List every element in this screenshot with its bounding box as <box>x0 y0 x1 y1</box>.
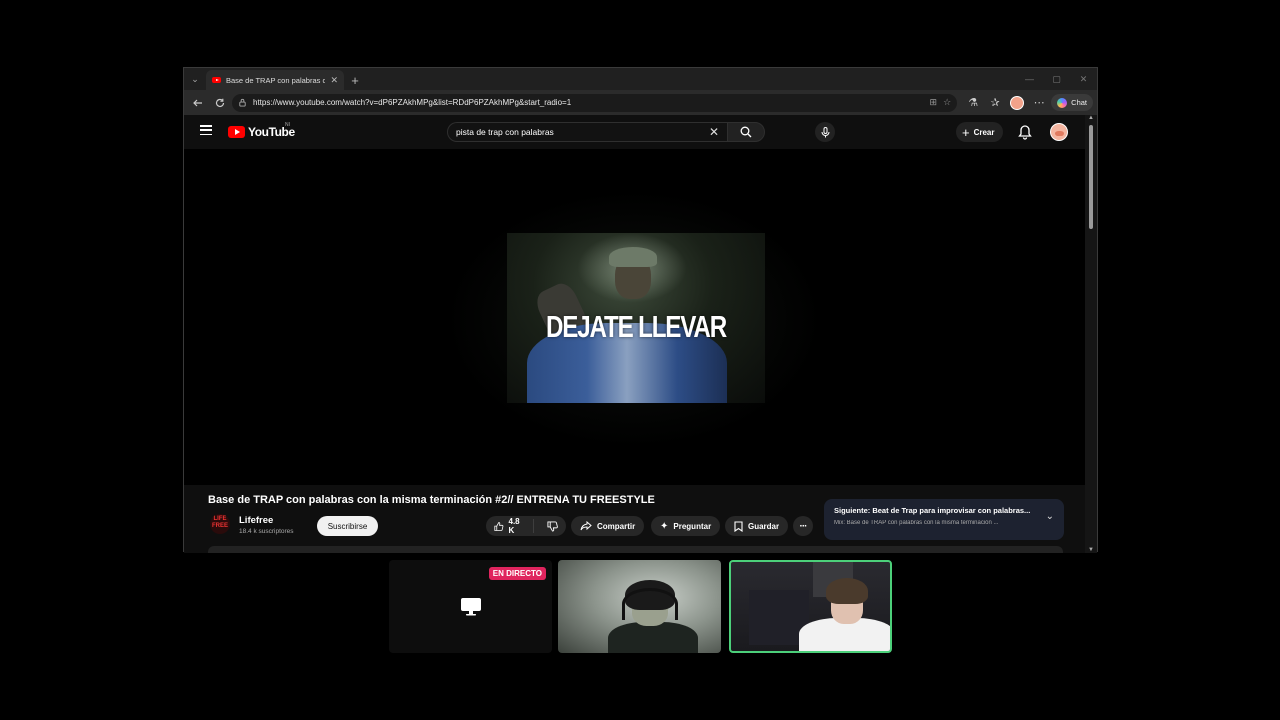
clear-search-icon[interactable]: ✕ <box>709 125 719 139</box>
new-tab-button[interactable]: + <box>344 70 366 90</box>
monitor-icon <box>461 598 481 616</box>
thumbs-down-icon <box>547 520 558 532</box>
scroll-up-arrow-icon[interactable]: ▲ <box>1088 115 1094 121</box>
ask-label: Preguntar <box>673 521 712 531</box>
copilot-icon <box>1057 97 1068 108</box>
participant-video-2-active[interactable] <box>729 560 892 653</box>
save-button[interactable]: Guardar <box>725 516 789 536</box>
region-code: NI <box>285 122 290 128</box>
app-grid-icon[interactable]: ⊞ <box>930 97 938 108</box>
mix-title: Mix: Base de TRAP con palabras con la mi… <box>834 520 999 526</box>
copilot-chat-button[interactable]: Chat <box>1051 94 1093 111</box>
search-bar: pista de trap con palabras ✕ <box>447 122 765 142</box>
subscribe-button[interactable]: Suscribirse <box>317 516 378 536</box>
more-actions-button[interactable]: ··· <box>793 516 813 536</box>
search-icon <box>740 126 752 138</box>
close-window-button[interactable]: ✕ <box>1070 68 1097 90</box>
youtube-play-icon <box>228 126 245 138</box>
browser-window: ⌄ Base de TRAP con palabras con la misma… <box>183 67 1098 553</box>
thumbs-up-icon <box>494 521 504 531</box>
menu-icon[interactable] <box>200 125 212 135</box>
channel-name[interactable]: Lifefree <box>239 515 273 526</box>
share-label: Compartir <box>597 521 636 531</box>
copilot-label: Chat <box>1071 98 1087 107</box>
sparkle-icon: ✦ <box>660 520 669 532</box>
tab-close-icon[interactable]: ✕ <box>330 75 338 86</box>
minimize-button[interactable]: — <box>1016 68 1043 90</box>
account-avatar[interactable] <box>1050 123 1068 141</box>
plus-icon: + <box>962 124 970 140</box>
video-title: Base de TRAP con palabras con la misma t… <box>208 494 655 506</box>
like-count: 4.8 K <box>508 517 520 535</box>
thumbnail-title: DEJATE LLEVAR <box>545 309 727 344</box>
page-scrollbar[interactable]: ▲ ▼ <box>1085 115 1097 553</box>
search-input[interactable]: pista de trap con palabras ✕ <box>447 122 727 142</box>
video-player[interactable]: DEJATE LLEVAR <box>184 149 1087 485</box>
search-button[interactable] <box>727 122 765 142</box>
scroll-down-arrow-icon[interactable]: ▼ <box>1088 547 1094 553</box>
dislike-button[interactable] <box>539 520 566 532</box>
notifications-bell-icon[interactable] <box>1018 124 1032 140</box>
voice-search-button[interactable] <box>815 122 835 142</box>
youtube-logo[interactable]: YouTube NI <box>228 122 295 139</box>
navigation-bar: https://www.youtube.com/watch?v=dP6PZAkh… <box>184 90 1097 115</box>
extensions-icon[interactable]: ⚗ <box>963 93 983 113</box>
profile-avatar <box>1010 95 1025 110</box>
like-dislike-group: 4.8 K <box>486 516 566 536</box>
ask-button[interactable]: ✦ Preguntar <box>651 516 721 536</box>
favorite-star-icon[interactable]: ☆ <box>943 97 951 108</box>
back-button[interactable] <box>188 93 208 113</box>
description-box-edge <box>208 546 1063 553</box>
create-button[interactable]: + Crear <box>956 122 1003 142</box>
browser-tab-youtube[interactable]: Base de TRAP con palabras con la misma t… <box>206 70 344 90</box>
window-controls: — ▢ ✕ <box>1016 68 1097 90</box>
favorites-icon[interactable]: ✰ <box>985 93 1005 113</box>
search-query: pista de trap con palabras <box>456 127 554 137</box>
profile-button[interactable] <box>1007 93 1027 113</box>
scrollbar-thumb[interactable] <box>1089 125 1093 229</box>
lock-icon <box>239 98 246 107</box>
cap-shape <box>609 247 657 267</box>
subscriber-count: 18.4 k suscriptores <box>239 528 294 535</box>
share-arrow-icon <box>580 521 592 531</box>
youtube-header: YouTube NI pista de trap con palabras ✕ … <box>184 115 1087 149</box>
person-body-shape <box>608 622 698 653</box>
live-badge: EN DIRECTO <box>488 567 546 580</box>
microphone-icon <box>821 126 829 137</box>
youtube-favicon-icon <box>212 77 221 83</box>
chevron-down-icon[interactable]: ⌄ <box>184 68 206 90</box>
reload-icon <box>215 98 225 107</box>
more-options-icon[interactable]: ⋯ <box>1029 93 1049 113</box>
next-video-text: Siguiente: Beat de Trap para improvisar … <box>834 506 1031 515</box>
channel-avatar[interactable]: LIFE FREE <box>210 514 230 534</box>
bookmark-icon <box>734 520 743 532</box>
like-button[interactable]: 4.8 K <box>486 517 534 535</box>
youtube-page: YouTube NI pista de trap con palabras ✕ … <box>184 115 1087 553</box>
url-text: https://www.youtube.com/watch?v=dP6PZAkh… <box>253 98 572 107</box>
expand-chevron-icon[interactable]: ⌄ <box>1046 511 1054 522</box>
save-label: Guardar <box>748 521 780 531</box>
back-arrow-icon <box>193 99 202 106</box>
video-frame: DEJATE LLEVAR <box>507 233 765 403</box>
screen-share-tile[interactable]: EN DIRECTO <box>389 560 552 653</box>
maximize-button[interactable]: ▢ <box>1043 68 1070 90</box>
playlist-next-card[interactable]: Siguiente: Beat de Trap para improvisar … <box>824 499 1064 540</box>
create-label: Crear <box>973 127 995 137</box>
person-hair-shape <box>826 578 868 604</box>
headset-shape <box>622 588 678 620</box>
tab-title: Base de TRAP con palabras con la misma t… <box>226 75 326 85</box>
participant-video-1[interactable] <box>558 560 721 653</box>
tab-bar: ⌄ Base de TRAP con palabras con la misma… <box>184 68 1097 90</box>
address-bar[interactable]: https://www.youtube.com/watch?v=dP6PZAkh… <box>232 93 958 112</box>
reload-button[interactable] <box>210 93 230 113</box>
share-button[interactable]: Compartir <box>571 516 645 536</box>
